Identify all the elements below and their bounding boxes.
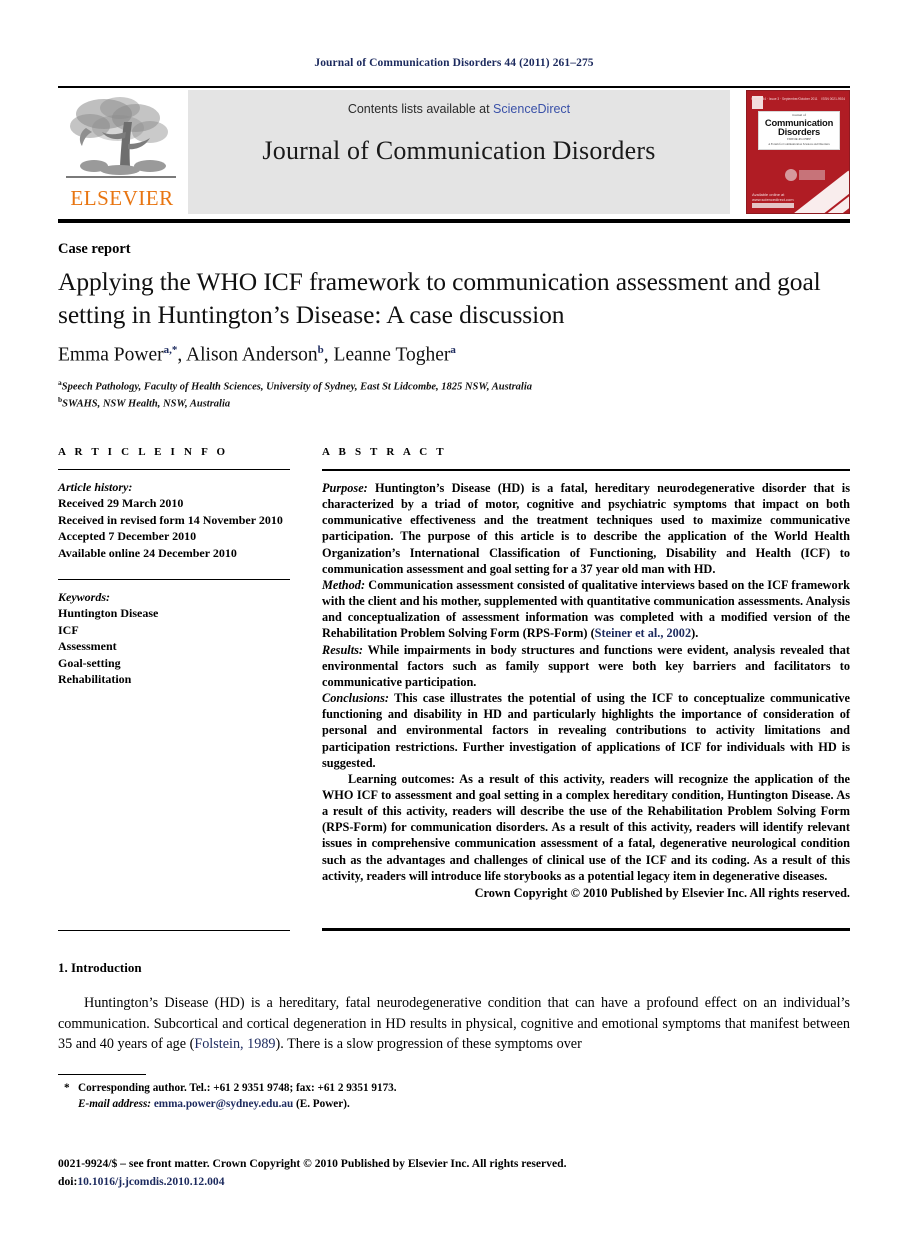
keyword-item-3: Assessment: [58, 639, 117, 654]
contents-prefix: Contents lists available at: [347, 102, 490, 116]
article-type-label: Case report: [58, 241, 131, 257]
article-history-accepted: Accepted 7 December 2010: [58, 529, 197, 544]
cover-top-meta: Volume 44 · Issue 3 · September/October …: [751, 94, 845, 104]
cover-subtitle-line2: A Forum for Communication Sciences and D…: [768, 141, 830, 146]
article-info-divider: [58, 469, 290, 470]
cover-title-box: Journal of Communication Disorders EDITO…: [758, 111, 840, 151]
header-top-rule: [58, 86, 850, 88]
affiliation-b: bSWAHS, NSW Health, NSW, Australia: [58, 395, 850, 412]
introduction-body: Huntington’s Disease (HD) is a hereditar…: [58, 993, 850, 1055]
corresponding-author-note: Corresponding author. Tel.: +61 2 9351 9…: [78, 1082, 397, 1094]
abstract-heading: A B S T R A C T: [322, 446, 447, 458]
author-mark-1: a,*: [163, 344, 178, 356]
article-history-label: Article history:: [58, 480, 133, 494]
header-bottom-rule: [58, 219, 850, 223]
imprint-line: 0021-9924/$ – see front matter. Crown Co…: [58, 1157, 567, 1170]
author-name-2: Alison Anderson: [186, 344, 318, 366]
elsevier-tree-icon: [66, 97, 176, 178]
abstract-column: A B S T R A C T Purpose: Huntington’s Di…: [322, 446, 850, 901]
abstract-purpose-text: Huntington’s Disease (HD) is a fatal, he…: [322, 481, 850, 576]
abstract-learning-outcomes: Learning outcomes: As a result of this a…: [322, 771, 850, 884]
article-history-received: Received 29 March 2010: [58, 496, 184, 510]
keyword-item-4: Goal-setting: [58, 655, 121, 670]
abstract-results: Results: While impairments in body struc…: [322, 642, 850, 690]
contents-banner: Contents lists available at ScienceDirec…: [188, 90, 730, 214]
cover-seal-label: [799, 170, 825, 180]
footnote-rule: [58, 1074, 146, 1075]
abstract-conclusions: Conclusions: This case illustrates the p…: [322, 690, 850, 771]
journal-cover-thumbnail[interactable]: Volume 44 · Issue 3 · September/October …: [746, 90, 850, 214]
article-info-column: A R T I C L E I N F O Article history: R…: [58, 446, 290, 688]
imprint-block: 0021-9924/$ – see front matter. Crown Co…: [58, 1155, 758, 1191]
keyword-item-2: ICF: [58, 622, 79, 637]
abstract-method-label: Method:: [322, 577, 366, 592]
paper-page: Journal of Communication Disorders 44 (2…: [0, 0, 907, 1238]
article-history-online: Available online 24 December 2010: [58, 545, 237, 560]
page-title: Applying the WHO ICF framework to commun…: [58, 267, 821, 329]
abstract-results-label: Results:: [322, 642, 363, 657]
article-info-bottom-rule: [58, 930, 290, 931]
article-history-revised: Received in revised form 14 November 201…: [58, 512, 283, 527]
affiliations: aSpeech Pathology, Faculty of Health Sci…: [58, 378, 850, 413]
email-link[interactable]: emma.power@sydney.edu.au: [154, 1098, 293, 1110]
affiliation-a: aSpeech Pathology, Faculty of Health Sci…: [58, 378, 850, 395]
affiliation-text-b: SWAHS, NSW Health, NSW, Australia: [62, 398, 231, 410]
abstract-body: Purpose: Huntington’s Disease (HD) is a …: [322, 480, 850, 901]
elsevier-wordmark: ELSEVIER: [70, 186, 174, 210]
cover-title-line2: Disorders: [778, 126, 820, 138]
cover-sciencedirect-logo: Available online at www.sciencedirect.co…: [752, 192, 796, 208]
email-note: E-mail address: emma.power@sydney.edu.au…: [78, 1096, 618, 1112]
elsevier-logo: ELSEVIER: [58, 90, 184, 214]
cover-available-online: Available online at www.sciencedirect.co…: [752, 191, 794, 202]
keyword-item-1: Huntington Disease: [58, 606, 159, 621]
doi-line: doi:10.1016/j.jcomdis.2010.12.004: [58, 1173, 758, 1191]
abstract-purpose-label: Purpose:: [322, 481, 368, 495]
doi-value[interactable]: 10.1016/j.jcomdis.2010.12.004: [77, 1175, 224, 1188]
abstract-method-text: Communication assessment consisted of qu…: [322, 577, 850, 641]
doi-label: doi:: [58, 1174, 78, 1188]
author-list: Emma Powera,*, Alison Andersonb, Leanne …: [58, 344, 456, 366]
affiliation-text-a: Speech Pathology, Faculty of Health Scie…: [61, 381, 532, 393]
cover-seal-icon: [785, 169, 797, 181]
cover-volume-info: Volume 44 · Issue 3 · September/October …: [751, 97, 818, 101]
abstract-copyright: Crown Copyright © 2010 Published by Else…: [474, 885, 850, 900]
email-label: E-mail address:: [78, 1098, 152, 1111]
citation-steiner[interactable]: Steiner et al., 2002: [595, 626, 691, 640]
journal-title: Journal of Communication Disorders: [262, 136, 656, 165]
abstract-bottom-rule: [322, 928, 850, 931]
keywords-divider: [58, 579, 290, 581]
abstract-conclusions-label: Conclusions:: [322, 691, 389, 706]
contents-available-line: Contents lists available at ScienceDirec…: [188, 102, 730, 116]
introduction-heading: 1. Introduction: [58, 960, 142, 975]
article-info-heading: A R T I C L E I N F O: [58, 446, 229, 458]
author-name-3: Leanne Togher: [333, 344, 451, 366]
cover-sciencedirect-bar: [752, 203, 794, 208]
cover-subtitle-line1: EDITOR-IN-CHIEF: [787, 136, 811, 141]
author-mark-2: b: [317, 344, 324, 356]
corresponding-author-marker: *: [64, 1082, 70, 1094]
email-suffix: (E. Power).: [293, 1098, 350, 1111]
running-head: Journal of Communication Disorders 44 (2…: [314, 57, 594, 69]
introduction-text-part2: ). There is a slow progression of these …: [275, 1036, 582, 1053]
abstract-purpose: Purpose: Huntington’s Disease (HD) is a …: [322, 480, 850, 577]
cover-issn: ISSN 0021-9924: [821, 97, 845, 101]
keyword-item-5: Rehabilitation: [58, 672, 132, 687]
abstract-results-text: While impairments in body structures and…: [322, 642, 850, 689]
citation-folstein[interactable]: Folstein, 1989: [194, 1036, 275, 1052]
author-mark-3: a: [450, 344, 456, 356]
abstract-divider: [322, 469, 850, 471]
learning-outcomes-label: Learning outcomes:: [348, 771, 455, 786]
author-name-1: Emma Power: [58, 344, 164, 366]
abstract-method-text-end: ).: [691, 626, 699, 641]
footnote-block: * Corresponding author. Tel.: +61 2 9351…: [58, 1080, 618, 1113]
journal-header-band: ELSEVIER Contents lists available at Sci…: [58, 90, 850, 214]
learning-outcomes-text: As a result of this activity, readers wi…: [322, 771, 850, 883]
keywords-label: Keywords:: [58, 590, 110, 605]
sciencedirect-link[interactable]: ScienceDirect: [493, 102, 570, 116]
abstract-conclusions-text: This case illustrates the potential of u…: [322, 691, 850, 770]
abstract-method: Method: Communication assessment consist…: [322, 577, 850, 642]
